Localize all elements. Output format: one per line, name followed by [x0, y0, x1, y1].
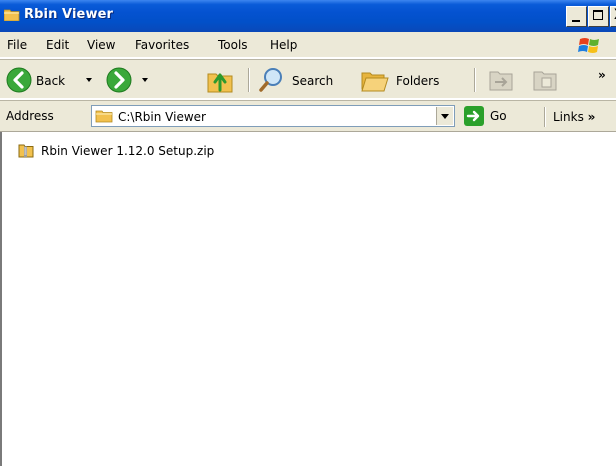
menu-file[interactable]: File: [7, 38, 27, 52]
move-to-icon: [489, 71, 513, 91]
folders-icon: [361, 72, 389, 92]
forward-dropdown-icon[interactable]: [142, 78, 148, 82]
close-button[interactable]: X: [610, 6, 616, 27]
address-value: C:\Rbin Viewer: [118, 110, 206, 124]
search-button[interactable]: Search: [258, 63, 350, 97]
go-arrow-icon: [464, 106, 484, 126]
links-button[interactable]: Links »: [553, 110, 595, 124]
address-label: Address: [6, 109, 54, 123]
search-label: Search: [292, 74, 334, 88]
menu-tools[interactable]: Tools: [218, 38, 248, 52]
address-dropdown-icon[interactable]: [436, 107, 453, 125]
links-label: Links: [553, 110, 584, 124]
forward-arrow-icon: [106, 67, 132, 93]
file-name: Rbin Viewer 1.12.0 Setup.zip: [41, 144, 215, 158]
links-chevron-icon: »: [587, 110, 596, 124]
copy-to-icon: [533, 71, 557, 91]
up-folder-icon: [207, 73, 233, 93]
back-arrow-icon: [6, 67, 32, 93]
toolbar-separator: [474, 68, 476, 92]
toolbar-separator: [248, 68, 250, 92]
move-to-button[interactable]: [484, 63, 518, 97]
go-label: Go: [490, 109, 507, 123]
menu-favorites[interactable]: Favorites: [135, 38, 189, 52]
menu-bar: File Edit View Favorites Tools Help: [0, 32, 616, 58]
menu-edit[interactable]: Edit: [46, 38, 69, 52]
links-separator: [544, 107, 546, 127]
go-button[interactable]: Go: [464, 104, 532, 128]
back-dropdown-icon[interactable]: [86, 78, 92, 82]
folders-label: Folders: [396, 74, 440, 88]
up-button[interactable]: [203, 63, 237, 97]
file-list[interactable]: [0, 132, 616, 466]
folder-icon: [95, 110, 113, 123]
copy-to-button[interactable]: [528, 63, 562, 97]
menu-view[interactable]: View: [87, 38, 115, 52]
folders-button[interactable]: Folders: [360, 63, 460, 97]
windows-logo-icon: [578, 38, 599, 53]
minimize-button[interactable]: [566, 6, 587, 27]
search-icon: [259, 68, 282, 92]
toolbar-more-chevron-icon[interactable]: »: [598, 68, 606, 82]
forward-button[interactable]: [106, 63, 156, 97]
menu-help[interactable]: Help: [270, 38, 297, 52]
folder-icon: [4, 9, 20, 21]
window-title: Rbin Viewer: [24, 7, 113, 22]
address-input[interactable]: C:\Rbin Viewer: [91, 105, 455, 127]
maximize-button[interactable]: [588, 6, 609, 27]
address-bar: Address C:\Rbin Viewer Go Links »: [0, 100, 616, 132]
toolbar: Back Search Folders »: [0, 59, 616, 99]
title-bar[interactable]: Rbin Viewer X: [0, 0, 616, 32]
back-button[interactable]: Back: [4, 63, 100, 97]
zip-folder-icon: [18, 144, 34, 158]
back-label: Back: [36, 74, 66, 88]
